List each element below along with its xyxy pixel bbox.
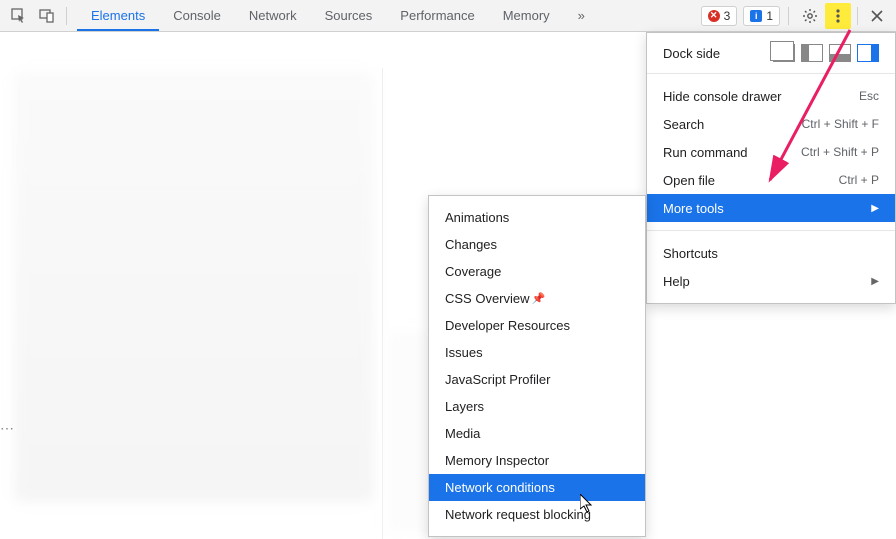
menu-help[interactable]: Help▶ — [647, 267, 895, 295]
dock-side-row: Dock side — [647, 33, 895, 73]
toolbar-divider — [788, 7, 789, 25]
dock-left-icon[interactable] — [801, 44, 823, 62]
submenu-item[interactable]: Changes — [429, 231, 645, 258]
error-icon: ✕ — [708, 10, 720, 22]
menu-shortcuts[interactable]: Shortcuts — [647, 239, 895, 267]
tab-sources[interactable]: Sources — [311, 0, 387, 31]
tab-memory[interactable]: Memory — [489, 0, 564, 31]
submenu-item[interactable]: Layers — [429, 393, 645, 420]
submenu-item[interactable]: Memory Inspector — [429, 447, 645, 474]
submenu-item[interactable]: JavaScript Profiler — [429, 366, 645, 393]
overflow-dots-icon[interactable]: ⋯ — [0, 420, 16, 437]
gear-icon[interactable] — [797, 3, 823, 29]
inspect-icon[interactable] — [6, 3, 32, 29]
submenu-item[interactable]: Network conditions — [429, 474, 645, 501]
submenu-item[interactable]: Issues — [429, 339, 645, 366]
submenu-item[interactable]: Coverage — [429, 258, 645, 285]
info-count: 1 — [766, 9, 773, 23]
tab-elements[interactable]: Elements — [77, 0, 159, 31]
blurred-dom-tree — [14, 72, 374, 502]
tab-performance[interactable]: Performance — [386, 0, 488, 31]
tab-network[interactable]: Network — [235, 0, 311, 31]
dock-side-label: Dock side — [663, 46, 767, 61]
devtools-toolbar: Elements Console Network Sources Perform… — [0, 0, 896, 32]
toolbar-divider — [857, 7, 858, 25]
info-count-chip[interactable]: i 1 — [743, 6, 780, 26]
submenu-item[interactable]: Animations — [429, 204, 645, 231]
panel-tabs: Elements Console Network Sources Perform… — [77, 0, 599, 31]
menu-more-tools[interactable]: More tools▶ — [647, 194, 895, 222]
close-icon[interactable] — [864, 3, 890, 29]
dock-right-icon[interactable] — [857, 44, 879, 62]
tab-overflow[interactable]: » — [564, 0, 599, 31]
menu-hide-console-drawer[interactable]: Hide console drawerEsc — [647, 82, 895, 110]
dock-bottom-icon[interactable] — [829, 44, 851, 62]
chevron-right-icon: ▶ — [871, 276, 879, 287]
submenu-item[interactable]: Media — [429, 420, 645, 447]
toolbar-divider — [66, 7, 67, 25]
kebab-menu-icon[interactable] — [825, 3, 851, 29]
mouse-cursor — [580, 494, 596, 519]
splitter[interactable] — [382, 68, 383, 539]
main-menu: Dock side Hide console drawerEsc SearchC… — [646, 32, 896, 304]
pin-icon: 📌 — [532, 292, 546, 305]
error-count: 3 — [724, 9, 731, 23]
device-toggle-icon[interactable] — [34, 3, 60, 29]
info-icon: i — [750, 10, 762, 22]
submenu-item[interactable]: CSS Overview 📌 — [429, 285, 645, 312]
chevron-right-icon: ▶ — [871, 203, 879, 214]
menu-search[interactable]: SearchCtrl + Shift + F — [647, 110, 895, 138]
submenu-item[interactable]: Network request blocking — [429, 501, 645, 528]
dock-undock-icon[interactable] — [773, 44, 795, 62]
menu-open-file[interactable]: Open fileCtrl + P — [647, 166, 895, 194]
error-count-chip[interactable]: ✕ 3 — [701, 6, 738, 26]
tab-console[interactable]: Console — [159, 0, 235, 31]
more-tools-submenu: AnimationsChangesCoverageCSS Overview 📌D… — [428, 195, 646, 537]
menu-run-command[interactable]: Run commandCtrl + Shift + P — [647, 138, 895, 166]
submenu-item[interactable]: Developer Resources — [429, 312, 645, 339]
